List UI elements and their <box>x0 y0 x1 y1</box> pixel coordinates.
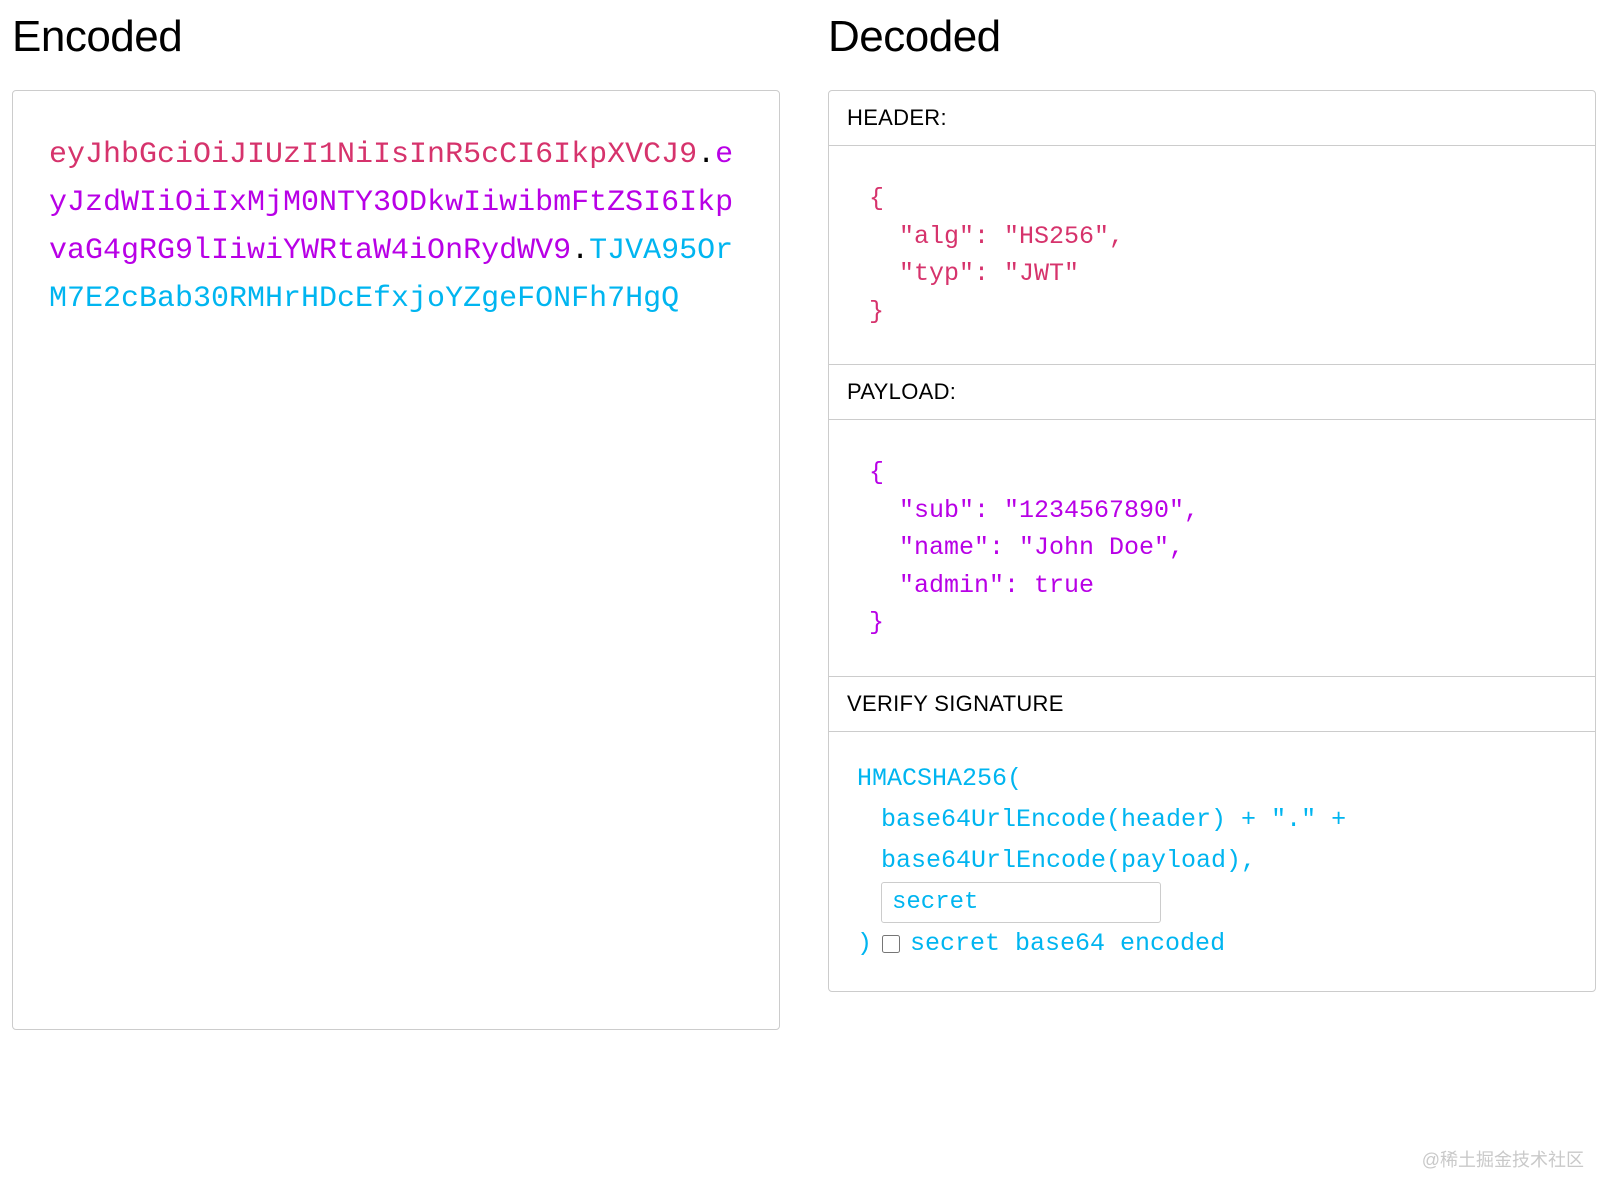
signature-body: HMACSHA256( base64UrlEncode(header) + ".… <box>829 732 1595 991</box>
payload-section-label: PAYLOAD: <box>829 365 1595 420</box>
header-section-label: HEADER: <box>829 91 1595 146</box>
sig-line-3: base64UrlEncode(payload), <box>857 840 1567 881</box>
base64-label: secret base64 encoded <box>910 923 1225 964</box>
encoded-title: Encoded <box>12 12 780 62</box>
payload-section: PAYLOAD: { "sub": "1234567890", "name": … <box>829 365 1595 677</box>
jwt-dot: . <box>697 138 715 172</box>
sig-secret-row <box>857 881 1567 923</box>
sig-line-1: HMACSHA256( <box>857 758 1567 799</box>
header-section: HEADER: { "alg": "HS256", "typ": "JWT" } <box>829 91 1595 365</box>
encoded-panel[interactable]: eyJhbGciOiJIUzI1NiIsInR5cCI6IkpXVCJ9.eyJ… <box>12 90 780 1030</box>
jwt-token[interactable]: eyJhbGciOiJIUzI1NiIsInR5cCI6IkpXVCJ9.eyJ… <box>49 131 743 323</box>
payload-json[interactable]: { "sub": "1234567890", "name": "John Doe… <box>829 420 1595 676</box>
base64-checkbox[interactable] <box>882 935 900 953</box>
decoded-column: Decoded HEADER: { "alg": "HS256", "typ":… <box>828 12 1596 1030</box>
watermark: @稀土掘金技术社区 <box>1422 1146 1584 1172</box>
decoded-panel: HEADER: { "alg": "HS256", "typ": "JWT" }… <box>828 90 1596 992</box>
signature-section-label: VERIFY SIGNATURE <box>829 677 1595 732</box>
jwt-dot: . <box>571 234 589 268</box>
header-json[interactable]: { "alg": "HS256", "typ": "JWT" } <box>829 146 1595 364</box>
sig-close-paren: ) <box>857 923 872 964</box>
signature-section: VERIFY SIGNATURE HMACSHA256( base64UrlEn… <box>829 677 1595 991</box>
encoded-column: Encoded eyJhbGciOiJIUzI1NiIsInR5cCI6IkpX… <box>12 12 780 1030</box>
sig-line-2: base64UrlEncode(header) + "." + <box>857 799 1567 840</box>
jwt-header-segment: eyJhbGciOiJIUzI1NiIsInR5cCI6IkpXVCJ9 <box>49 138 697 172</box>
secret-input[interactable] <box>881 882 1161 923</box>
sig-last-line: ) secret base64 encoded <box>857 923 1567 964</box>
decoded-title: Decoded <box>828 12 1596 62</box>
